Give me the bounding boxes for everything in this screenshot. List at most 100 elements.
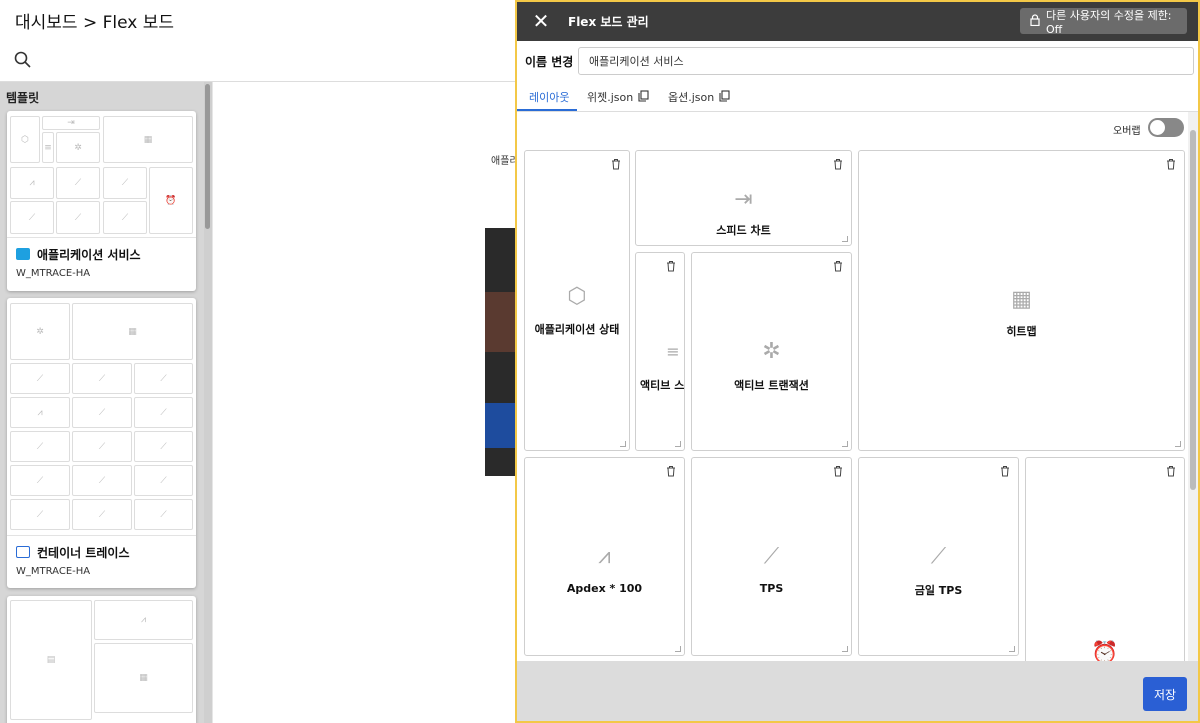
hexagons-icon: ⬡ (567, 284, 587, 309)
widget-heatmap[interactable]: ▦ 히트맵 (858, 150, 1185, 451)
mini-chart-icon: ⟋ (56, 167, 100, 199)
mini-chart-icon: ⟋ (10, 363, 70, 394)
modal-footer: 저장 (517, 661, 1198, 721)
rename-input[interactable] (578, 47, 1194, 75)
tab-layout[interactable]: 레이아웃 (529, 89, 569, 105)
lock-icon (1030, 13, 1040, 29)
mini-chart-icon: ⟋ (103, 201, 147, 234)
canvas-preview (485, 228, 516, 476)
tab-label: 레이아웃 (529, 91, 570, 104)
mini-speed-icon: ⇥ (42, 116, 100, 130)
restrict-edit-label: 다른 사용자의 수정을 제한: Off (1046, 8, 1172, 36)
widget-active-transaction[interactable]: ✲ 액티브 트랜잭션 (691, 252, 852, 451)
template-card-container-trace[interactable]: ✲ ▦ ⟋ ⟋ ⟋ ⩘ ⟋ ⟋ ⟋ ⟋ ⟋ ⟋ ⟋ ⟋ ⟋ ⟋ ⟋ 컨테이너 트… (7, 298, 196, 588)
trash-icon[interactable] (833, 257, 843, 272)
mini-alarm-icon: ⏰ (149, 167, 193, 234)
save-button[interactable]: 저장 (1143, 677, 1187, 711)
wheel-icon: ✲ (762, 339, 781, 364)
trash-icon[interactable] (833, 462, 843, 477)
mini-bars-icon: ≡ (42, 132, 54, 163)
tab-widget-json[interactable]: 위젯.json (587, 89, 649, 105)
trash-icon[interactable] (666, 462, 676, 477)
mini-wheel-icon: ✲ (10, 303, 70, 360)
mini-chart-icon: ⟋ (10, 499, 70, 530)
mini-grid-icon: ▦ (72, 303, 193, 360)
mini-chart-icon: ⟋ (72, 465, 132, 496)
mini-chart-icon: ⟋ (10, 201, 54, 234)
trash-icon[interactable] (1166, 462, 1176, 477)
resize-handle[interactable] (620, 441, 626, 447)
trash-icon[interactable] (1000, 462, 1010, 477)
line-chart-icon: ⟋ (930, 544, 947, 569)
container-icon (16, 546, 30, 558)
resize-handle[interactable] (842, 646, 848, 652)
template-card-3[interactable]: ▤ ⩘ ▦ (7, 596, 196, 723)
resize-handle[interactable] (675, 441, 681, 447)
widget-label: Apdex * 100 (566, 582, 643, 595)
widget-label: TPS (759, 582, 784, 595)
template-sub: W_MTRACE-HA (16, 268, 91, 279)
resize-handle[interactable] (1009, 646, 1015, 652)
line-chart-icon: ⟋ (763, 544, 780, 569)
code-icon (16, 248, 30, 260)
resize-handle[interactable] (1175, 441, 1181, 447)
template-name: 애플리케이션 서비스 (37, 248, 141, 262)
close-icon[interactable]: ✕ (531, 11, 551, 31)
widget-alarm[interactable]: ⏰ (1025, 457, 1185, 661)
overlap-toggle[interactable] (1148, 118, 1184, 137)
resize-handle[interactable] (842, 441, 848, 447)
speed-chart-icon: ⇥ (734, 187, 753, 212)
active-bars-icon: ≡ (666, 342, 680, 361)
copy-icon[interactable] (638, 89, 649, 105)
template-panel: 템플릿 ⬡ ⇥ ≡ ✲ ▦ ⩘ ⟋ ⟋ ⏰ ⟋ ⟋ ⟋ 애플리케이션 서비스 W… (0, 82, 212, 723)
mini-chart-icon: ⟋ (134, 397, 193, 428)
mini-hexagons-icon: ⬡ (10, 116, 40, 163)
template-card-app-service[interactable]: ⬡ ⇥ ≡ ✲ ▦ ⩘ ⟋ ⟋ ⏰ ⟋ ⟋ ⟋ 애플리케이션 서비스 W_MTR… (7, 111, 196, 291)
template-sub: W_MTRACE-HA (16, 566, 91, 577)
resize-handle[interactable] (675, 646, 681, 652)
mini-chart-icon: ⟋ (134, 431, 193, 462)
page-title: 대시보드 > Flex 보드 (15, 13, 175, 33)
apdex-icon: ⩘ (598, 544, 611, 569)
grid-icon: ▦ (1011, 287, 1032, 312)
search-icon[interactable] (14, 51, 32, 69)
widget-speed-chart[interactable]: ⇥ 스피드 차트 (635, 150, 852, 246)
tab-label: 위젯.json (587, 91, 634, 104)
widget-apdex[interactable]: ⩘ Apdex * 100 (524, 457, 685, 656)
template-name: 컨테이너 트레이스 (37, 546, 130, 560)
trash-icon[interactable] (1166, 155, 1176, 170)
mini-wheel-icon: ✲ (56, 132, 100, 163)
mini-chart-icon: ⟋ (134, 363, 193, 394)
mini-chart-icon: ⟋ (134, 499, 193, 530)
mini-chart-icon: ⟋ (72, 499, 132, 530)
widget-today-tps[interactable]: ⟋ 금일 TPS (858, 457, 1019, 656)
widget-label: 스피드 차트 (716, 224, 771, 237)
overlap-label: 오버랩 (1113, 126, 1141, 137)
trash-icon[interactable] (666, 257, 676, 272)
layout-board: 오버랩 ⬡ 애플리케이션 상태 ⇥ 스피드 차트 ≡ 액티브 스 ✲ 액티브 트… (517, 112, 1198, 661)
mini-table-icon: ▦ (94, 643, 193, 713)
template-scroll-thumb[interactable] (205, 84, 210, 229)
copy-icon[interactable] (719, 89, 730, 105)
trash-icon[interactable] (833, 155, 843, 170)
board-canvas (212, 82, 516, 723)
widget-tps[interactable]: ⟋ TPS (691, 457, 852, 656)
restrict-edit-button[interactable]: 다른 사용자의 수정을 제한: Off (1020, 8, 1187, 36)
mini-chart-icon: ⟋ (134, 465, 193, 496)
mini-chart-icon: ⟋ (72, 363, 132, 394)
mini-apdex-icon: ⩘ (94, 600, 193, 640)
tab-option-json[interactable]: 옵션.json (668, 89, 730, 105)
card-divider (7, 535, 196, 536)
widget-active-status[interactable]: ≡ 액티브 스 (635, 252, 685, 451)
mini-chart-icon: ⟋ (72, 431, 132, 462)
modal-header: ✕ Flex 보드 관리 다른 사용자의 수정을 제한: Off (517, 2, 1198, 41)
mini-apdex-icon: ⩘ (10, 167, 54, 199)
resize-handle[interactable] (842, 236, 848, 242)
widget-label: 히트맵 (1006, 325, 1037, 338)
modal-title: Flex 보드 관리 (568, 15, 649, 29)
rename-label: 이름 변경 (525, 55, 574, 69)
trash-icon[interactable] (611, 155, 621, 170)
widget-app-status[interactable]: ⬡ 애플리케이션 상태 (524, 150, 630, 451)
board-scroll-thumb[interactable] (1190, 130, 1196, 490)
toggle-knob (1150, 120, 1165, 135)
